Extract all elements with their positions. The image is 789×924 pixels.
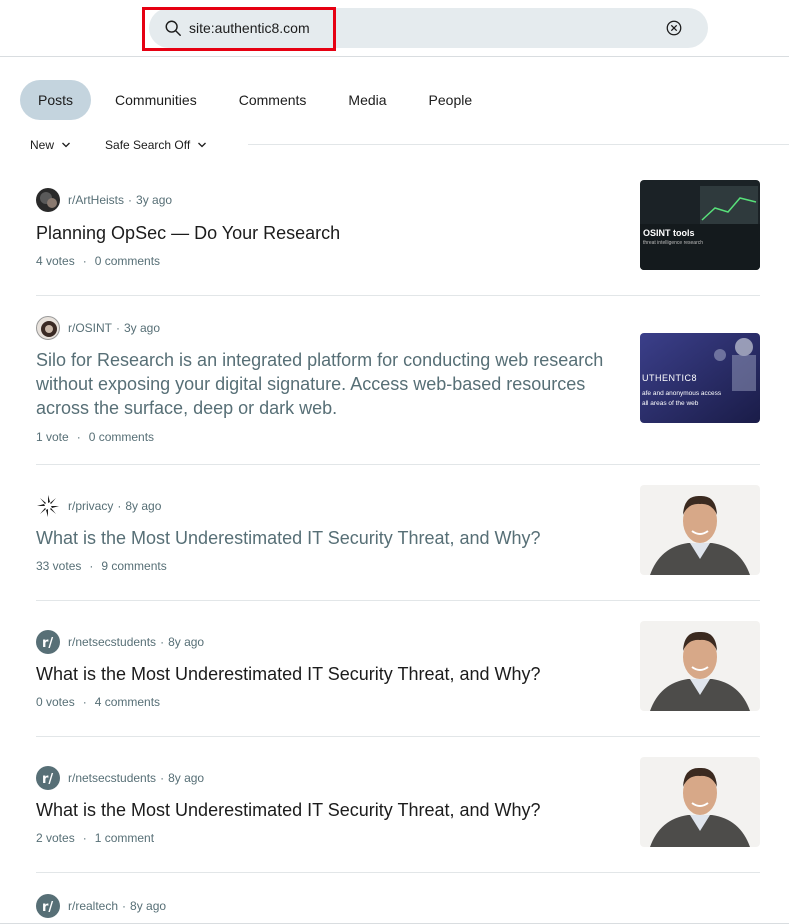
community-avatar[interactable]: r/ [36,766,60,790]
sort-label: New [30,138,55,152]
post-title[interactable]: What is the Most Underestimated IT Secur… [36,526,626,550]
svg-text:r/: r/ [42,900,53,915]
post-meta: r/OSINT · 3y ago [36,316,160,340]
subreddit-link[interactable]: r/netsecstudents [68,771,156,785]
post-title[interactable]: Planning OpSec — Do Your Research [36,221,626,245]
post-title[interactable]: What is the Most Underestimated IT Secur… [36,798,626,822]
post-age: 3y ago [124,321,161,335]
separator-dot: · [82,831,87,845]
vote-count: 4 votes [36,254,75,268]
separator-dot: · [117,499,122,513]
vote-count: 2 votes [36,831,75,845]
search-type-tabs: Posts Communities Comments Media People [20,80,496,120]
post-result[interactable]: r/OSINT · 3y ago Silo for Research is an… [36,296,760,465]
search-bar[interactable]: site:authentic8.com [149,8,708,48]
tab-people[interactable]: People [411,80,491,120]
filter-divider [248,144,789,145]
post-meta: r/ArtHeists · 3y ago [36,188,172,212]
post-thumbnail[interactable] [640,485,760,575]
community-avatar[interactable]: r/ [36,894,60,918]
chevron-down-icon [62,142,70,148]
svg-text:r/: r/ [42,772,53,787]
tab-communities[interactable]: Communities [97,80,215,120]
community-avatar[interactable] [36,494,60,518]
post-meta: r/ r/netsecstudents · 8y ago [36,766,204,790]
vote-count: 33 votes [36,559,82,573]
post-stats: 2 votes · 1 comment [36,831,154,845]
vote-count: 1 vote [36,430,69,444]
vote-count: 0 votes [36,695,75,709]
comment-count: 0 comments [88,430,155,444]
search-input[interactable]: site:authentic8.com [189,20,310,36]
safe-search-dropdown[interactable]: Safe Search Off [105,138,207,152]
search-icon [165,20,181,36]
separator-dot: · [89,559,94,573]
filter-bar: New Safe Search Off [30,136,789,154]
comment-count: 0 comments [94,254,161,268]
post-meta: r/privacy · 8y ago [36,494,161,518]
community-avatar[interactable] [36,188,60,212]
post-thumbnail[interactable] [640,621,760,711]
separator-dot: · [160,771,165,785]
subreddit-link[interactable]: r/OSINT [68,321,112,335]
post-result[interactable]: r/ r/realtech · 8y ago [36,873,760,924]
post-stats: 1 vote · 0 comments [36,430,154,444]
subreddit-link[interactable]: r/netsecstudents [68,635,156,649]
post-result[interactable]: r/ r/netsecstudents · 8y ago What is the… [36,601,760,737]
post-stats: 4 votes · 0 comments [36,254,160,268]
post-stats: 0 votes · 4 comments [36,695,160,709]
post-stats: 33 votes · 9 comments [36,559,167,573]
post-age: 8y ago [130,899,167,913]
separator-dot: · [82,254,87,268]
post-meta: r/ r/netsecstudents · 8y ago [36,630,204,654]
subreddit-link[interactable]: r/privacy [68,499,113,513]
post-title[interactable]: What is the Most Underestimated IT Secur… [36,662,626,686]
comment-count: 9 comments [101,559,167,573]
post-age: 8y ago [168,771,205,785]
separator-dot: · [116,321,120,335]
subreddit-link[interactable]: r/realtech [68,899,118,913]
comment-count: 4 comments [94,695,161,709]
separator-dot: · [128,193,133,207]
tab-comments[interactable]: Comments [221,80,325,120]
thumbnail-subcaption: threat intelligence research [643,240,704,246]
search-results: r/ArtHeists · 3y ago Planning OpSec — Do… [36,180,760,924]
sort-dropdown[interactable]: New [30,138,71,152]
separator-dot: · [76,430,81,444]
separator-dot: · [82,695,87,709]
separator-dot: · [122,899,127,913]
tab-posts[interactable]: Posts [20,80,92,120]
post-thumbnail[interactable] [640,757,760,847]
subreddit-link[interactable]: r/ArtHeists [68,193,124,207]
post-thumbnail[interactable]: UTHENTIC8 afe and anonymous access all a… [640,333,760,423]
post-age: 8y ago [168,635,205,649]
chevron-down-icon [198,142,207,148]
thumbnail-subcaption: all areas of the web [642,400,699,407]
svg-text:r/: r/ [42,636,53,651]
separator-dot: · [160,635,165,649]
post-meta: r/ r/realtech · 8y ago [36,894,166,918]
safe-search-label: Safe Search Off [105,138,191,152]
community-avatar[interactable]: r/ [36,630,60,654]
post-result[interactable]: r/privacy · 8y ago What is the Most Unde… [36,465,760,601]
tab-media[interactable]: Media [330,80,404,120]
clear-circle-x-icon[interactable] [665,19,683,37]
community-avatar[interactable] [36,316,60,340]
top-bar: site:authentic8.com [0,0,789,57]
thumbnail-subcaption: afe and anonymous access [642,390,722,397]
post-age: 8y ago [125,499,162,513]
comment-count: 1 comment [94,831,155,845]
post-result[interactable]: r/ r/netsecstudents · 8y ago What is the… [36,737,760,873]
post-result[interactable]: r/ArtHeists · 3y ago Planning OpSec — Do… [36,180,760,296]
thumbnail-caption: UTHENTIC8 [642,373,698,383]
post-age: 3y ago [136,193,173,207]
thumbnail-caption: OSINT tools [643,228,695,238]
post-title[interactable]: Silo for Research is an integrated platf… [36,348,626,420]
post-thumbnail[interactable]: OSINT tools threat intelligence research [640,180,760,270]
